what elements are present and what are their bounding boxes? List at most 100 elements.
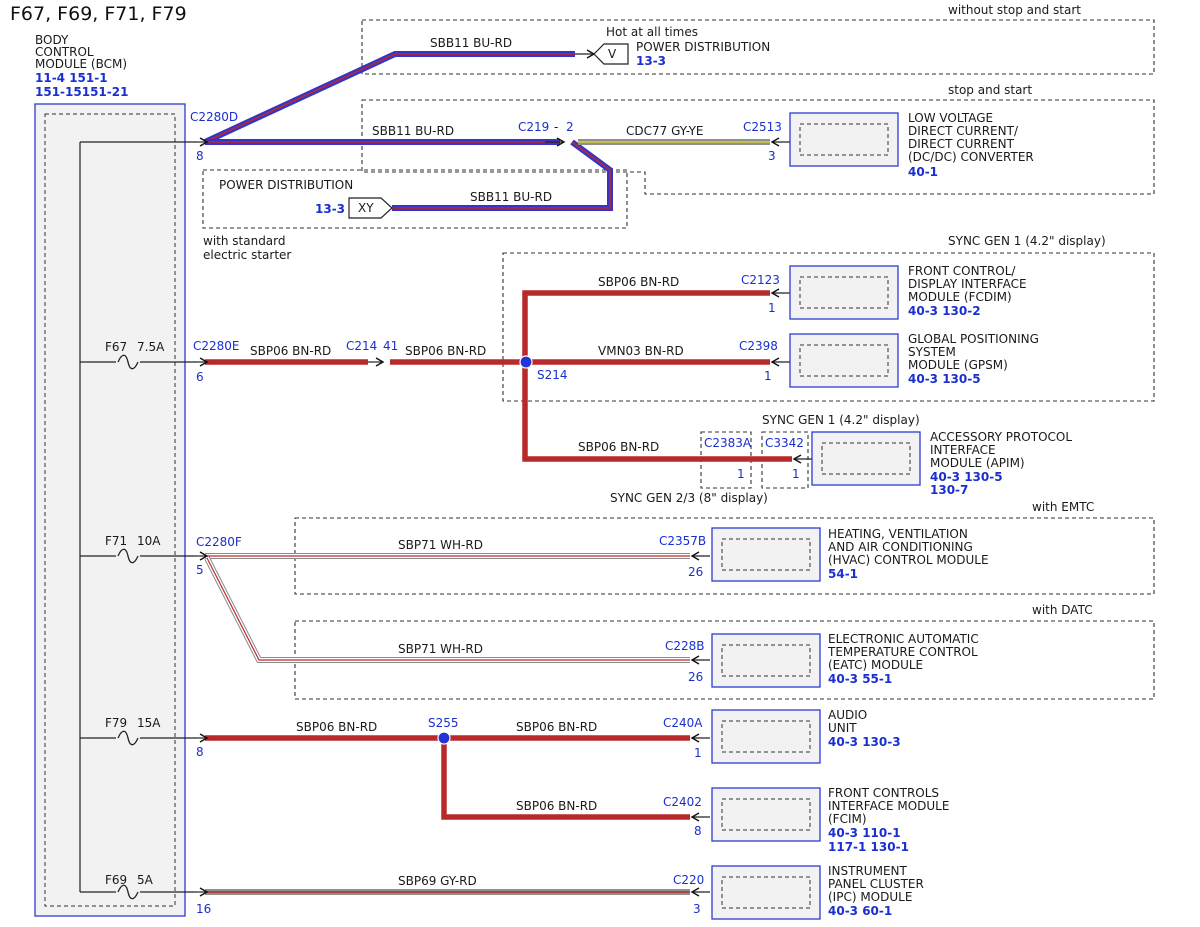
svg-text:GLOBAL POSITIONING: GLOBAL POSITIONING xyxy=(908,332,1039,346)
svg-text:INTERFACE: INTERFACE xyxy=(930,443,996,457)
label-sync-gen23: SYNC GEN 2/3 (8" display) xyxy=(610,491,768,505)
svg-text:MODULE (FCDIM): MODULE (FCDIM) xyxy=(908,290,1012,304)
fuse-f69-rating: 5A xyxy=(137,873,154,887)
wire-label-sbp06-s255: SBP06 BN-RD xyxy=(296,720,377,734)
dcdc-ref: 40-1 xyxy=(908,165,938,179)
svg-text:AUDIO: AUDIO xyxy=(828,708,867,722)
hvac-pin: 26 xyxy=(688,565,703,579)
wire-label-sbp06-fcim: SBP06 BN-RD xyxy=(516,799,597,813)
bcm-module: BODY CONTROL MODULE (BCM) 11-4 151-1 151… xyxy=(34,33,196,917)
module-hvac: C2357B 26 HEATING, VENTILATION AND AIR C… xyxy=(659,527,989,582)
inline-connector-labels: C219 - 2 C214 41 C2383A 1 C3342 1 xyxy=(346,120,804,481)
wire-label-sbp06-audio: SBP06 BN-RD xyxy=(516,720,597,734)
conn-c214-pin: 41 xyxy=(383,339,398,353)
fuse-f67-rating: 7.5A xyxy=(137,340,165,354)
fcim-ref: 40-3 110-1 xyxy=(828,826,901,840)
splice-s214-label: S214 xyxy=(537,368,568,382)
wire-label-sbp71-hvac: SBP71 WH-RD xyxy=(398,538,483,552)
apim-ref-2: 130-7 xyxy=(930,483,968,497)
module-eatc: C228B 26 ELECTRONIC AUTOMATIC TEMPERATUR… xyxy=(665,632,979,688)
audio-pin: 1 xyxy=(694,746,702,760)
fcim-pin: 8 xyxy=(694,824,702,838)
wire-label-sbp71-eatc: SBP71 WH-RD xyxy=(398,642,483,656)
splice-s255 xyxy=(437,731,451,745)
svg-text:HEATING, VENTILATION: HEATING, VENTILATION xyxy=(828,527,968,541)
wire-label-sbp06-fcdim: SBP06 BN-RD xyxy=(598,275,679,289)
conn-f79-pin: 8 xyxy=(196,745,204,759)
conn-c214: C214 xyxy=(346,339,377,353)
power-v-label: V xyxy=(608,47,617,61)
svg-text:TEMPERATURE CONTROL: TEMPERATURE CONTROL xyxy=(827,645,978,659)
label-sync-gen1: SYNC GEN 1 (4.2" display) xyxy=(948,234,1106,248)
hvac-ref: 54-1 xyxy=(828,567,858,581)
module-gpsm: C2398 1 GLOBAL POSITIONING SYSTEM MODULE… xyxy=(739,332,1039,388)
conn-c219-dash: - xyxy=(554,120,558,134)
svg-text:ELECTRONIC AUTOMATIC: ELECTRONIC AUTOMATIC xyxy=(828,632,979,646)
wire-label-sbb11-upper: SBB11 BU-RD xyxy=(430,36,512,50)
conn-c3342-pin: 1 xyxy=(792,467,800,481)
conn-c3342: C3342 xyxy=(765,436,804,450)
svg-text:MODULE (GPSM): MODULE (GPSM) xyxy=(908,358,1008,372)
ipc-connector: C220 xyxy=(673,873,704,887)
svg-text:(DC/DC) CONVERTER: (DC/DC) CONVERTER xyxy=(908,150,1034,164)
conn-c2383a-pin: 1 xyxy=(737,467,745,481)
power-distribution-xy: XY POWER DISTRIBUTION 13-3 xyxy=(219,178,393,219)
apim-ref: 40-3 130-5 xyxy=(930,470,1003,484)
svg-text:FRONT CONTROL/: FRONT CONTROL/ xyxy=(908,264,1016,278)
audio-connector: C240A xyxy=(663,716,703,730)
svg-text:INTERFACE MODULE: INTERFACE MODULE xyxy=(828,799,949,813)
conn-c2280f: C2280F xyxy=(196,535,242,549)
wire-label-sbb11-xy: SBB11 BU-RD xyxy=(470,190,552,204)
gpsm-ref: 40-3 130-5 xyxy=(908,372,981,386)
label-standard-starter-1: with standard xyxy=(203,234,286,248)
label-with-datc: with DATC xyxy=(1032,603,1093,617)
svg-text:MODULE (APIM): MODULE (APIM) xyxy=(930,456,1025,470)
conn-c219: C219 xyxy=(518,120,549,134)
wire-label-cdc77: CDC77 GY-YE xyxy=(626,124,704,138)
bcm-label-3: MODULE (BCM) xyxy=(35,57,127,71)
hot-at-all-times: Hot at all times xyxy=(606,25,698,39)
label-stop-start: stop and start xyxy=(948,83,1032,97)
conn-c2280d: C2280D xyxy=(190,110,238,124)
wiring-diagram: F67, F69, F71, F79 without stop and star… xyxy=(10,3,1155,920)
bcm-box xyxy=(34,103,186,917)
wire-label-sbp06-c214: SBP06 BN-RD xyxy=(250,344,331,358)
module-fcdim: C2123 1 FRONT CONTROL/ DISPLAY INTERFACE… xyxy=(741,264,1027,320)
svg-text:INSTRUMENT: INSTRUMENT xyxy=(828,864,907,878)
page-title: F67, F69, F71, F79 xyxy=(10,3,187,25)
module-audio: C240A 1 AUDIO UNIT 40-3 130-3 xyxy=(663,708,901,764)
power-v-name: POWER DISTRIBUTION xyxy=(636,40,770,54)
conn-c2280d-pin: 8 xyxy=(196,149,204,163)
dcdc-pin: 3 xyxy=(768,149,776,163)
svg-text:DIRECT CURRENT: DIRECT CURRENT xyxy=(908,137,1015,151)
audio-ref: 40-3 130-3 xyxy=(828,735,901,749)
module-fcim: C2402 8 FRONT CONTROLS INTERFACE MODULE … xyxy=(663,786,949,854)
gpsm-connector: C2398 xyxy=(739,339,778,353)
fcdim-ref: 40-3 130-2 xyxy=(908,304,981,318)
conn-c2280e: C2280E xyxy=(193,339,240,353)
dcdc-connector: C2513 xyxy=(743,120,782,134)
splice-s255-label: S255 xyxy=(428,716,459,730)
label-with-emtc: with EMTC xyxy=(1032,500,1094,514)
module-dcdc: C2513 3 LOW VOLTAGE DIRECT CURRENT/ DIRE… xyxy=(743,111,1034,179)
ipc-ref: 40-3 60-1 xyxy=(828,904,892,918)
svg-text:AND AIR CONDITIONING: AND AIR CONDITIONING xyxy=(828,540,973,554)
fuse-f71-rating: 10A xyxy=(137,534,161,548)
fcdim-pin: 1 xyxy=(768,301,776,315)
conn-c219-pin: 2 xyxy=(566,120,574,134)
eatc-ref: 40-3 55-1 xyxy=(828,672,892,686)
label-without-stop-start: without stop and start xyxy=(948,3,1081,17)
splice-s214 xyxy=(519,355,533,369)
wire-label-sbp06-apim: SBP06 BN-RD xyxy=(578,440,659,454)
bcm-ref-1: 11-4 151-1 xyxy=(35,71,108,85)
fcim-connector: C2402 xyxy=(663,795,702,809)
svg-text:UNIT: UNIT xyxy=(828,721,857,735)
module-ipc: C220 3 INSTRUMENT PANEL CLUSTER (IPC) MO… xyxy=(673,864,924,920)
svg-text:LOW VOLTAGE: LOW VOLTAGE xyxy=(908,111,993,125)
wire-label-sbb11-main: SBB11 BU-RD xyxy=(372,124,454,138)
group-stop-start xyxy=(361,99,1155,195)
bcm-ref-2: 151-15151-21 xyxy=(35,85,128,99)
power-xy-ref: 13-3 xyxy=(315,202,345,216)
power-xy-name: POWER DISTRIBUTION xyxy=(219,178,353,192)
label-sync-gen1-apim: SYNC GEN 1 (4.2" display) xyxy=(762,413,920,427)
